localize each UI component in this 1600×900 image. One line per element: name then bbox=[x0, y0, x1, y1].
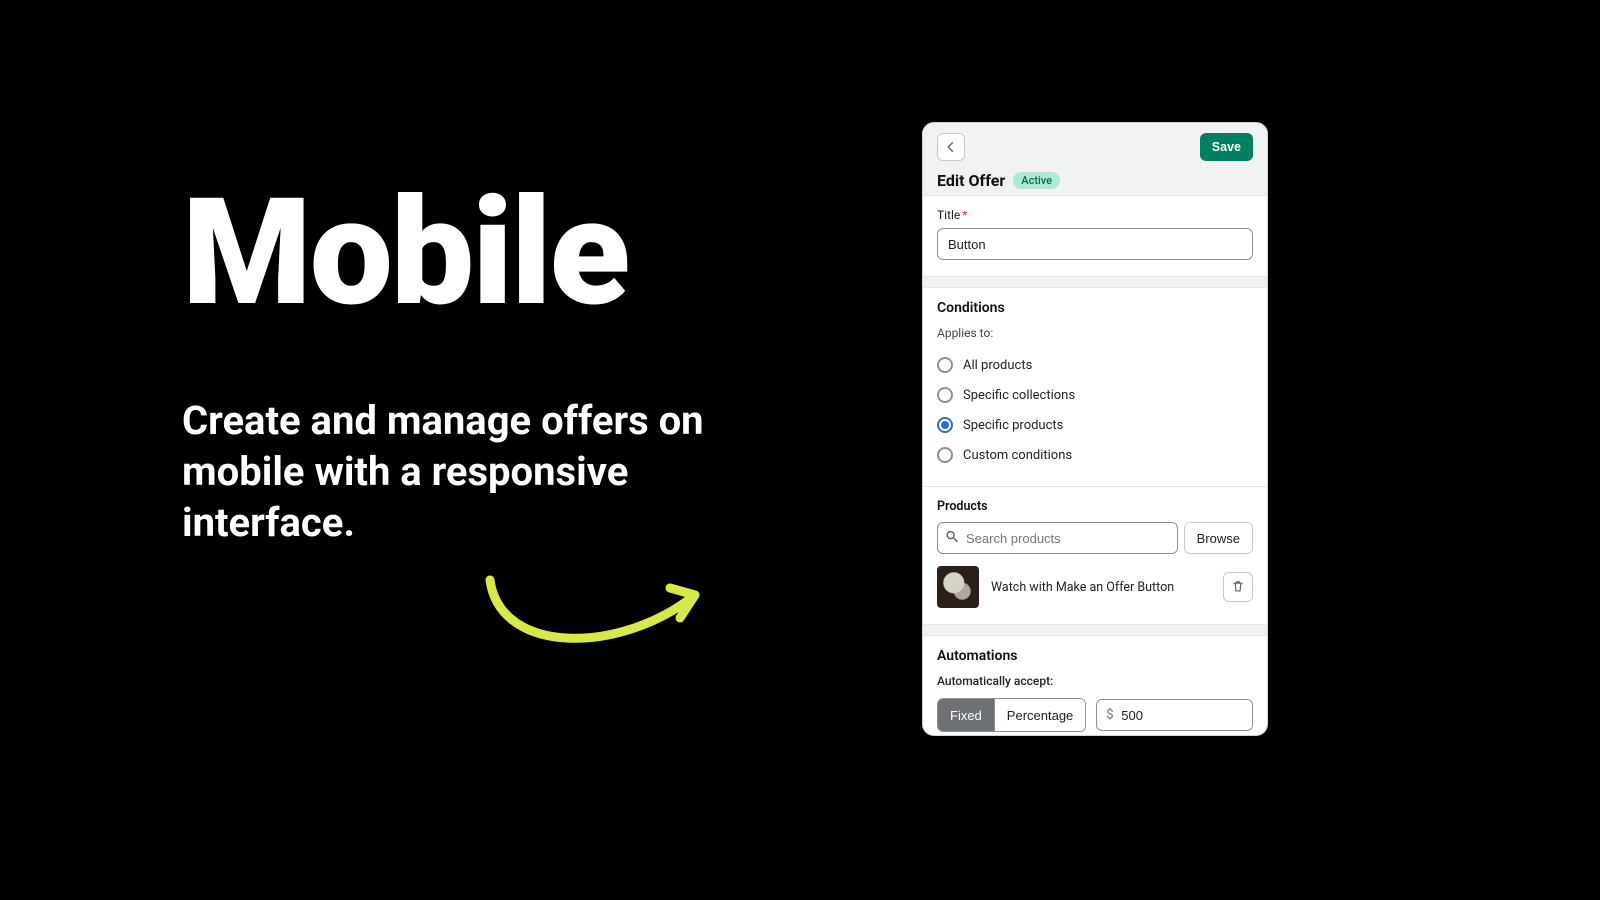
title-card: Title* bbox=[923, 195, 1267, 277]
radio-option[interactable]: Specific collections bbox=[937, 380, 1253, 410]
radio-icon bbox=[937, 417, 953, 433]
arrow-left-icon bbox=[944, 140, 958, 154]
conditions-card: Conditions Applies to: All products Speci… bbox=[923, 287, 1267, 487]
conditions-heading: Conditions bbox=[937, 300, 1253, 316]
mobile-device-frame: Save Edit Offer Active Title* Conditions… bbox=[922, 122, 1268, 736]
page-title: Edit Offer bbox=[937, 171, 1005, 190]
remove-product-button[interactable] bbox=[1223, 572, 1253, 602]
radio-option[interactable]: Specific products bbox=[937, 410, 1253, 440]
product-thumbnail bbox=[937, 566, 979, 608]
radio-icon bbox=[937, 387, 953, 403]
radio-label: Custom conditions bbox=[963, 448, 1072, 463]
search-icon bbox=[945, 529, 959, 548]
title-input[interactable] bbox=[937, 228, 1253, 260]
product-row: Watch with Make an Offer Button bbox=[937, 566, 1253, 608]
radio-option[interactable]: Custom conditions bbox=[937, 440, 1253, 470]
title-label: Title* bbox=[937, 208, 1253, 222]
radio-icon bbox=[937, 447, 953, 463]
product-search-input[interactable] bbox=[937, 522, 1178, 554]
arrow-icon bbox=[470, 560, 720, 670]
toggle-fixed[interactable]: Fixed bbox=[938, 699, 994, 731]
currency-prefix: $ bbox=[1106, 708, 1113, 723]
automations-card: Automations Automatically accept: Fixed … bbox=[923, 635, 1267, 736]
radio-option[interactable]: All products bbox=[937, 350, 1253, 380]
radio-icon bbox=[937, 357, 953, 373]
browse-button[interactable]: Browse bbox=[1184, 522, 1253, 554]
back-button[interactable] bbox=[937, 133, 965, 161]
hero-title: Mobile bbox=[182, 180, 628, 328]
trash-icon bbox=[1231, 579, 1245, 596]
automations-heading: Automations bbox=[937, 648, 1253, 664]
radio-label: All products bbox=[963, 358, 1032, 373]
auto-accept-label: Automatically accept: bbox=[937, 674, 1253, 688]
save-button[interactable]: Save bbox=[1200, 133, 1253, 161]
product-name: Watch with Make an Offer Button bbox=[991, 580, 1211, 595]
status-badge: Active bbox=[1013, 172, 1060, 189]
hero-subtitle: Create and manage offers on mobile with … bbox=[182, 395, 722, 549]
required-star-icon: * bbox=[962, 208, 967, 222]
toggle-percentage[interactable]: Percentage bbox=[995, 699, 1086, 731]
products-heading: Products bbox=[937, 499, 1253, 514]
products-card: Products Browse Watch with Make an Offer… bbox=[923, 487, 1267, 625]
app-header: Save Edit Offer Active bbox=[923, 123, 1267, 195]
radio-label: Specific collections bbox=[963, 388, 1075, 403]
applies-to-label: Applies to: bbox=[937, 326, 1253, 340]
amount-input[interactable] bbox=[1096, 699, 1253, 731]
amount-type-toggle: Fixed Percentage bbox=[937, 698, 1086, 732]
radio-label: Specific products bbox=[963, 418, 1063, 433]
